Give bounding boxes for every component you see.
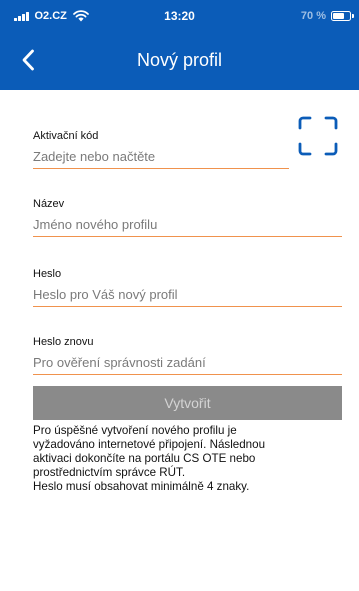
activation-code-field: Aktivační kód (33, 128, 289, 169)
password-again-label: Heslo znovu (33, 336, 94, 348)
password-field: Heslo (33, 266, 342, 307)
info-text: Pro úspěšné vytvoření nového profilu je … (33, 424, 266, 493)
scan-button[interactable] (296, 114, 340, 158)
name-input[interactable] (33, 216, 342, 237)
battery-icon (331, 11, 354, 21)
page-title: Nový profil (136, 50, 223, 70)
status-bar: O2.CZ 13:20 70 % (0, 0, 359, 34)
nav-bar: Nový profil (0, 34, 359, 90)
scan-frame-icon (298, 116, 338, 156)
chevron-left-icon (22, 49, 34, 71)
screen: O2.CZ 13:20 70 % Nový profil Aktivační k… (0, 0, 359, 591)
password-input[interactable] (33, 286, 342, 307)
battery-percent: 70 % (300, 10, 326, 22)
name-field: Název (33, 196, 342, 237)
name-label: Název (33, 198, 65, 210)
activation-code-input[interactable] (33, 148, 289, 169)
password-again-input[interactable] (33, 354, 342, 375)
create-button[interactable]: Vytvořit (33, 386, 342, 420)
password-again-field: Heslo znovu (33, 334, 342, 375)
status-right: 70 % (300, 10, 354, 22)
password-label: Heslo (33, 268, 62, 280)
activation-code-label: Aktivační kód (33, 130, 99, 142)
header: O2.CZ 13:20 70 % Nový profil (0, 0, 359, 90)
back-button[interactable] (12, 42, 44, 78)
